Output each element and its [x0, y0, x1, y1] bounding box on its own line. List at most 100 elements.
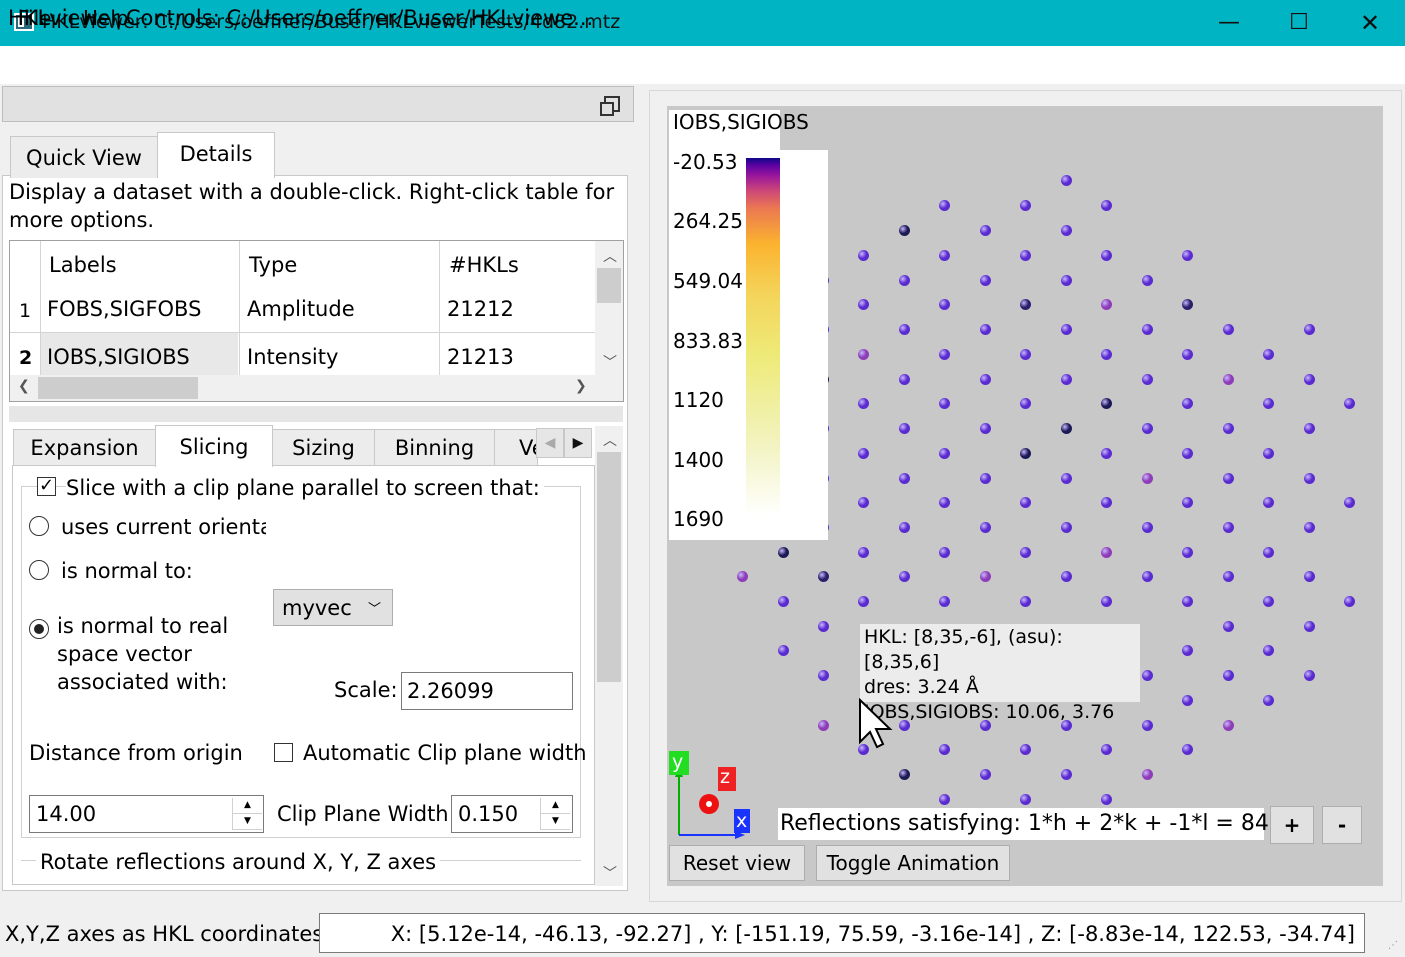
reflection-spot[interactable]	[899, 374, 910, 385]
spin-up-icon[interactable]: ▲	[233, 798, 262, 814]
reflection-spot[interactable]	[1020, 299, 1031, 310]
reflection-spot[interactable]	[1101, 398, 1112, 409]
scrollbar-thumb[interactable]	[597, 452, 621, 682]
reflection-spot[interactable]	[1263, 695, 1274, 706]
reflection-spot[interactable]	[980, 423, 991, 434]
radio-normal-to[interactable]	[29, 560, 49, 580]
reflection-spot[interactable]	[1020, 596, 1031, 607]
reflection-spot[interactable]	[1263, 398, 1274, 409]
reflection-spot[interactable]	[1182, 448, 1193, 459]
reflection-spot[interactable]	[1101, 547, 1112, 558]
reflection-spot[interactable]	[1344, 596, 1355, 607]
reflection-spot[interactable]	[1061, 225, 1072, 236]
table-cell-hkls[interactable]: 21213	[447, 345, 514, 369]
reflection-spot[interactable]	[1061, 473, 1072, 484]
reflection-spot[interactable]	[1101, 794, 1112, 805]
reflection-spot[interactable]	[1020, 200, 1031, 211]
reflection-spot[interactable]	[737, 571, 748, 582]
reflection-spot[interactable]	[1101, 596, 1112, 607]
reflection-spot[interactable]	[858, 547, 869, 558]
table-cell-label[interactable]: IOBS,SIGIOBS	[47, 345, 190, 369]
reflection-spot[interactable]	[1223, 374, 1234, 385]
reflection-spot[interactable]	[939, 547, 950, 558]
reflection-spot[interactable]	[1263, 349, 1274, 360]
float-window-icon[interactable]	[600, 96, 620, 116]
reflection-spot[interactable]	[818, 571, 829, 582]
tab-expansion[interactable]: Expansion	[13, 429, 156, 465]
tab-scroll-left-icon[interactable]: ◀	[536, 428, 564, 458]
reflection-spot[interactable]	[1344, 497, 1355, 508]
reflection-spot[interactable]	[1182, 695, 1193, 706]
scroll-up-icon[interactable]: ︿	[603, 246, 617, 266]
reflection-spot[interactable]	[1020, 794, 1031, 805]
reflection-spot[interactable]	[858, 349, 869, 360]
splitter[interactable]	[9, 406, 623, 422]
tab-vectors[interactable]: Ve	[494, 429, 538, 465]
tab-quick-view[interactable]: Quick View	[10, 136, 158, 178]
reflection-spot[interactable]	[1304, 374, 1315, 385]
scroll-down-icon[interactable]: ﹀	[603, 352, 617, 372]
table-cell-type[interactable]: Amplitude	[247, 297, 355, 321]
reflection-spot[interactable]	[858, 497, 869, 508]
scale-input[interactable]: 2.26099	[401, 672, 573, 710]
toggle-animation-button[interactable]: Toggle Animation	[816, 845, 1010, 881]
reflection-spot[interactable]	[980, 324, 991, 335]
reflection-spot[interactable]	[1344, 398, 1355, 409]
reflection-spot[interactable]	[1142, 374, 1153, 385]
tab-scroll-right-icon[interactable]: ▶	[564, 428, 592, 458]
reflection-spot[interactable]	[1101, 448, 1112, 459]
scrollbar-thumb[interactable]	[597, 268, 621, 303]
row-number[interactable]: 1	[19, 300, 31, 322]
scrollbar-thumb[interactable]	[38, 377, 198, 399]
reflection-spot[interactable]	[1101, 497, 1112, 508]
reflection-spot[interactable]	[1304, 473, 1315, 484]
distance-spinbox[interactable]: 14.00 ▲ ▼	[29, 795, 264, 833]
reflection-spot[interactable]	[858, 299, 869, 310]
close-button[interactable]: ✕	[1335, 0, 1405, 46]
radio-real-space-label[interactable]: space vector	[57, 642, 192, 666]
resize-grip-icon[interactable]: ⋰	[1388, 940, 1402, 954]
reflection-spot[interactable]	[1223, 473, 1234, 484]
reset-view-button[interactable]: Reset view	[669, 845, 805, 881]
reflection-spot[interactable]	[939, 794, 950, 805]
increase-slice-button[interactable]: +	[1270, 806, 1314, 844]
decrease-slice-button[interactable]: -	[1322, 806, 1362, 844]
reflection-spot[interactable]	[1061, 374, 1072, 385]
radio-current-orientation[interactable]	[29, 516, 49, 536]
reflection-spot[interactable]	[939, 250, 950, 261]
auto-clip-checkbox[interactable]	[274, 743, 293, 762]
reflection-spot[interactable]	[858, 398, 869, 409]
spin-up-icon[interactable]: ▲	[541, 798, 570, 814]
reflection-spot[interactable]	[1263, 448, 1274, 459]
reflection-spot[interactable]	[1263, 645, 1274, 656]
tab-sizing[interactable]: Sizing	[272, 429, 375, 465]
reflection-spot[interactable]	[939, 596, 950, 607]
spin-down-icon[interactable]: ▼	[541, 814, 570, 830]
reflection-spot[interactable]	[1223, 324, 1234, 335]
reflection-spot[interactable]	[1142, 473, 1153, 484]
dock-title-bar[interactable]	[2, 86, 634, 122]
reflection-spot[interactable]	[980, 374, 991, 385]
reflection-spot[interactable]	[899, 769, 910, 780]
reflection-spot[interactable]	[980, 522, 991, 533]
reflection-spot[interactable]	[899, 423, 910, 434]
reflection-spot[interactable]	[1061, 769, 1072, 780]
radio-real-space-label[interactable]: associated with:	[57, 670, 228, 694]
tab-binning[interactable]: Binning	[374, 429, 495, 465]
radio-real-space-vector[interactable]	[29, 619, 49, 639]
minimize-button[interactable]: —	[1194, 0, 1264, 46]
reflection-spot[interactable]	[899, 225, 910, 236]
reflection-spot[interactable]	[1304, 324, 1315, 335]
reflection-spot[interactable]	[1142, 670, 1153, 681]
header-type[interactable]: Type	[249, 253, 297, 277]
reflection-spot[interactable]	[980, 225, 991, 236]
reflection-spot[interactable]	[939, 448, 950, 459]
table-cell-label[interactable]: FOBS,SIGFOBS	[47, 297, 201, 321]
reflection-spot[interactable]	[778, 596, 789, 607]
reflection-spot[interactable]	[980, 473, 991, 484]
reflection-spot[interactable]	[1020, 398, 1031, 409]
reflection-spot[interactable]	[1304, 670, 1315, 681]
header-hkls[interactable]: #HKLs	[449, 253, 519, 277]
reflection-spot[interactable]	[1182, 497, 1193, 508]
reflection-spot[interactable]	[939, 200, 950, 211]
